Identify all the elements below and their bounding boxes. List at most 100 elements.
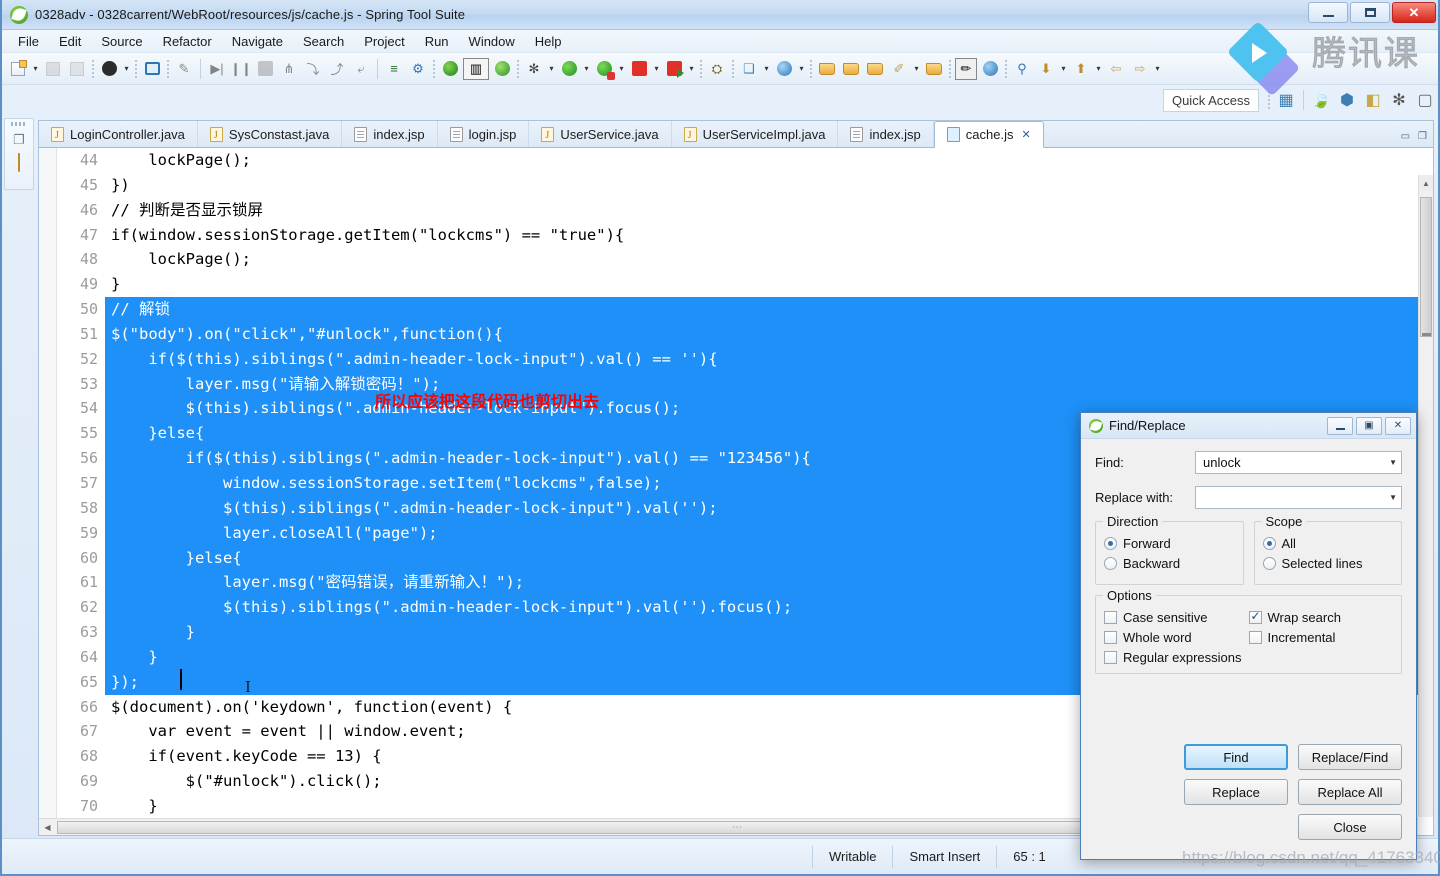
checkbox-case-sensitive[interactable]: Case sensitive [1104,610,1249,625]
editor-tab-logincontroller[interactable]: J LoginController.java [39,121,198,147]
java-perspective-icon[interactable]: ◧ [1362,89,1384,111]
debug-bug-icon[interactable]: ✻ [523,58,545,80]
replace-find-button[interactable]: Replace/Find [1298,744,1402,770]
relaunch-icon[interactable] [663,58,685,80]
quick-access-input[interactable]: Quick Access [1162,88,1259,112]
code-line[interactable]: // 判断是否显示锁屏 [105,198,1433,223]
checkbox-icon[interactable] [1104,651,1117,664]
code-line[interactable]: } [105,272,1433,297]
previous-annotation-dropdown-icon[interactable]: ▾ [1093,64,1104,73]
editor-tab-userservice[interactable]: J UserService.java [529,121,672,147]
new-java-project-icon[interactable]: ❏ [738,58,760,80]
drag-handle-dots-icon[interactable] [11,122,27,126]
checkbox-icon[interactable] [1248,631,1262,644]
checkbox-icon[interactable] [1104,631,1117,644]
new-dropdown-icon[interactable]: ▾ [30,64,41,73]
editor-tab-index-jsp-2[interactable]: index.jsp [838,121,934,147]
step-over-icon[interactable]: ⤴ [326,58,348,80]
package-explorer-icon[interactable] [18,153,20,172]
run-icon[interactable] [558,58,580,80]
find-input[interactable]: unlock ▼ [1195,451,1402,474]
code-line[interactable]: lockPage(); [105,148,1433,173]
debug-perspective-icon[interactable]: ✻ [1388,89,1410,111]
radio-backward[interactable]: Backward [1104,556,1235,571]
radio-forward[interactable]: Forward [1104,536,1235,551]
menu-refactor[interactable]: Refactor [153,32,222,51]
spring-perspective-icon[interactable]: 🍃 [1310,89,1332,111]
open-folder-icon[interactable] [923,58,945,80]
stop-icon[interactable] [628,58,650,80]
stop-dropdown-icon[interactable]: ▾ [651,64,662,73]
checkbox-incremental[interactable]: Incremental [1248,630,1394,645]
search-icon[interactable]: ✐ [888,58,910,80]
disconnect-icon[interactable]: ⋔ [278,58,300,80]
checkbox-icon[interactable] [1248,609,1262,624]
run-with-error-icon[interactable] [593,58,615,80]
open-perspective-icon[interactable]: ≡ [383,58,405,80]
editor-tab-cache-js[interactable]: cache.js ✕ [933,121,1044,148]
open-task-icon[interactable] [864,58,886,80]
forward-navigation-icon[interactable]: ⇨ [1129,58,1151,80]
radio-selected-lines[interactable]: Selected lines [1262,556,1394,571]
menu-help[interactable]: Help [525,32,572,51]
radio-all[interactable]: All [1262,536,1394,551]
annotation-ruler[interactable] [39,148,57,835]
menu-search[interactable]: Search [293,32,354,51]
user-dropdown-icon[interactable]: ▾ [121,64,132,73]
console-icon[interactable] [141,58,163,80]
checkbox-whole-word[interactable]: Whole word [1104,630,1249,645]
chevron-down-icon[interactable]: ▼ [1389,493,1397,502]
scroll-left-icon[interactable]: ◀ [39,823,56,832]
previous-annotation-icon[interactable]: ⬆ [1070,58,1092,80]
replace-input[interactable]: ▼ [1195,486,1402,509]
back-navigation-icon[interactable]: ⇦ [1105,58,1127,80]
user-profile-icon[interactable] [98,58,120,80]
open-type-icon[interactable] [816,58,838,80]
next-annotation-dropdown-icon[interactable]: ▾ [1058,64,1069,73]
relaunch-dropdown-icon[interactable]: ▾ [686,64,697,73]
power-icon[interactable] [439,58,461,80]
radio-icon[interactable] [1262,557,1276,570]
code-line[interactable]: if($(this).siblings(".admin-header-lock-… [105,346,1433,372]
find-button[interactable]: Find [1184,744,1288,770]
run-error-dropdown-icon[interactable]: ▾ [616,64,627,73]
code-line[interactable]: }) [105,173,1433,198]
maximize-editor-icon[interactable]: ❐ [1418,131,1427,142]
run-dropdown-icon[interactable]: ▾ [581,64,592,73]
next-annotation-icon[interactable]: ⬇ [1035,58,1057,80]
skip-breakpoints-icon[interactable]: ✎ [173,58,195,80]
dialog-close-button[interactable]: ✕ [1385,416,1411,435]
menu-file[interactable]: File [8,32,49,51]
menu-source[interactable]: Source [91,32,152,51]
code-line[interactable]: if(window.sessionStorage.getItem("lockcm… [105,223,1433,248]
chevron-down-icon[interactable]: ▼ [1389,458,1397,467]
resume-icon[interactable]: ▶| [206,58,228,80]
menu-edit[interactable]: Edit [49,32,91,51]
save-all-icon[interactable] [66,58,88,80]
java-ee-perspective-icon[interactable]: ⬢ [1336,89,1358,111]
new-spring-bean-icon[interactable] [773,58,795,80]
debug-dropdown-icon[interactable]: ▾ [546,64,557,73]
code-line[interactable]: lockPage(); [105,247,1433,272]
dialog-restore-button[interactable]: ▣ [1356,416,1382,435]
suspend-icon[interactable]: ❙❙ [230,58,252,80]
code-line[interactable]: $("body").on("click","#unlock",function(… [105,321,1433,347]
maximize-button[interactable] [1350,2,1390,23]
menu-window[interactable]: Window [459,32,525,51]
replace-button[interactable]: Replace [1184,779,1288,805]
dialog-minimize-button[interactable] [1327,416,1353,435]
refresh-icon[interactable] [491,58,513,80]
checkbox-icon[interactable] [1104,611,1117,624]
toggle-view-icon[interactable]: ▥ [463,57,489,80]
step-into-icon[interactable]: ⤵ [302,58,324,80]
editor-tab-index-jsp-1[interactable]: index.jsp [342,121,438,147]
menu-project[interactable]: Project [354,32,414,51]
search-dropdown-icon[interactable]: ▾ [911,64,922,73]
scroll-up-icon[interactable]: ▲ [1419,175,1433,191]
radio-icon[interactable] [1262,537,1276,550]
restore-views-icon[interactable]: ❐ [13,132,25,148]
open-web-browser-icon[interactable] [979,58,1001,80]
close-button[interactable]: ✕ [1392,2,1436,23]
perspective-open-icon[interactable]: ▦ [1275,89,1297,111]
menu-navigate[interactable]: Navigate [222,32,293,51]
